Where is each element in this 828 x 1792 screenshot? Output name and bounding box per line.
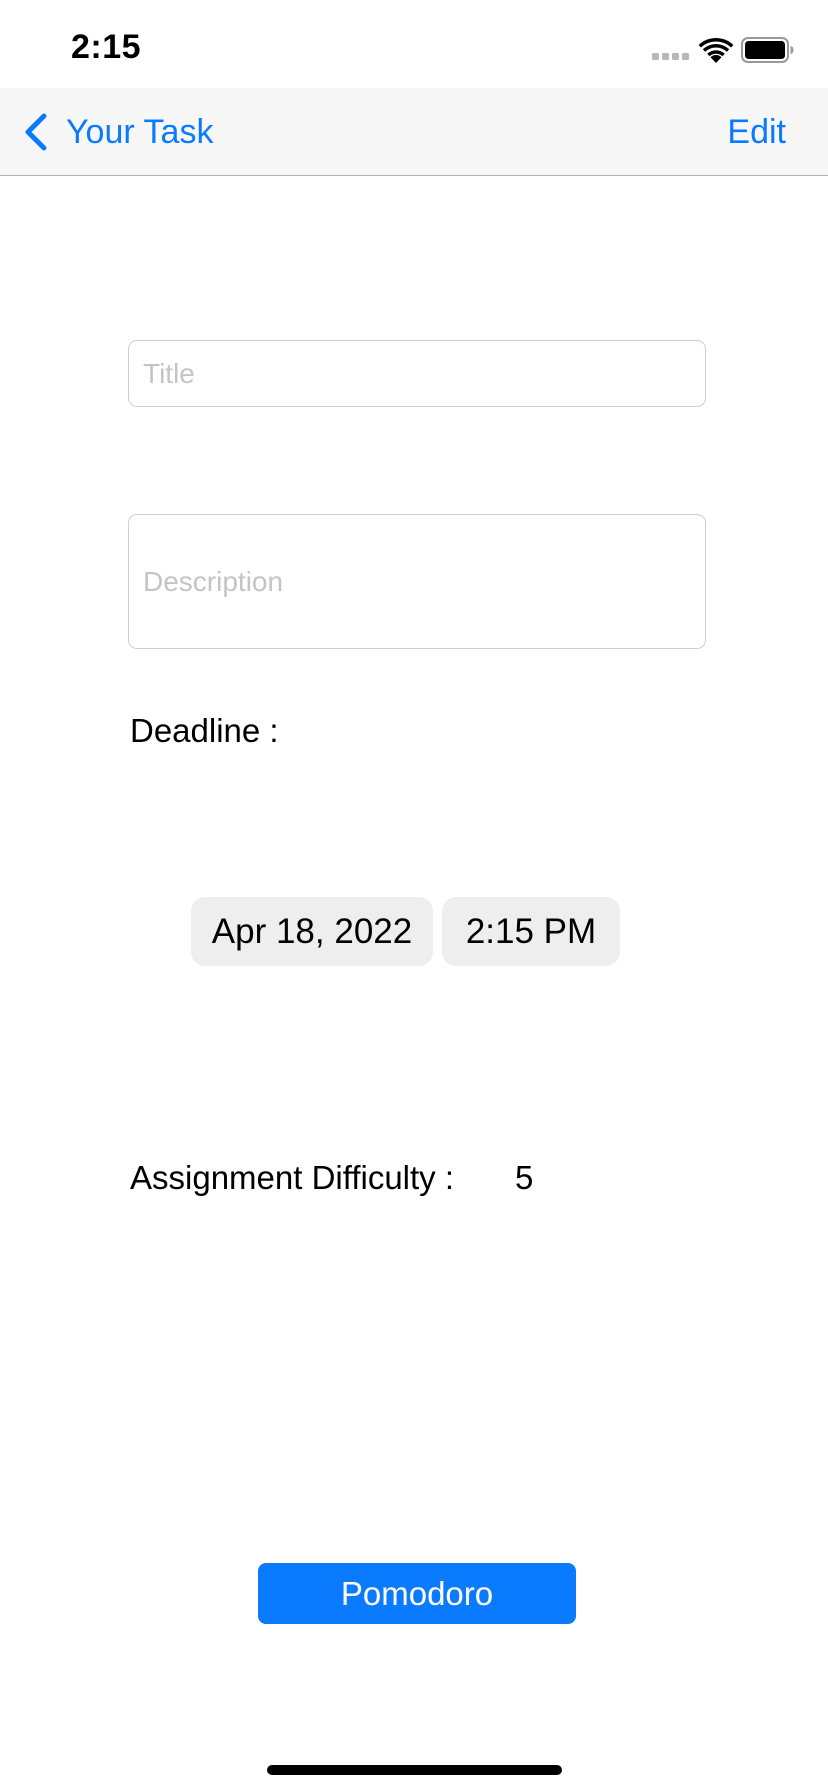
chevron-left-icon — [25, 113, 47, 151]
difficulty-value: 5 — [515, 1159, 534, 1196]
edit-button[interactable]: Edit — [727, 88, 786, 176]
title-input[interactable] — [128, 340, 706, 407]
status-bar: 2:15 — [0, 0, 828, 88]
difficulty-label: Assignment Difficulty : — [130, 1159, 455, 1196]
home-indicator — [267, 1765, 562, 1775]
navigation-bar: Your Task Edit — [0, 88, 828, 176]
battery-icon — [741, 37, 794, 63]
deadline-label: Deadline : — [130, 712, 279, 749]
description-input[interactable] — [128, 514, 706, 649]
deadline-time-picker[interactable]: 2:15 PM — [442, 897, 620, 966]
deadline-date-picker[interactable]: Apr 18, 2022 — [191, 897, 433, 966]
back-button[interactable]: Your Task — [22, 88, 213, 176]
wifi-icon — [698, 37, 734, 63]
status-time: 2:15 — [71, 28, 142, 66]
signal-icon — [652, 53, 689, 60]
pomodoro-button[interactable]: Pomodoro — [258, 1563, 576, 1624]
back-button-label: Your Task — [66, 112, 214, 151]
